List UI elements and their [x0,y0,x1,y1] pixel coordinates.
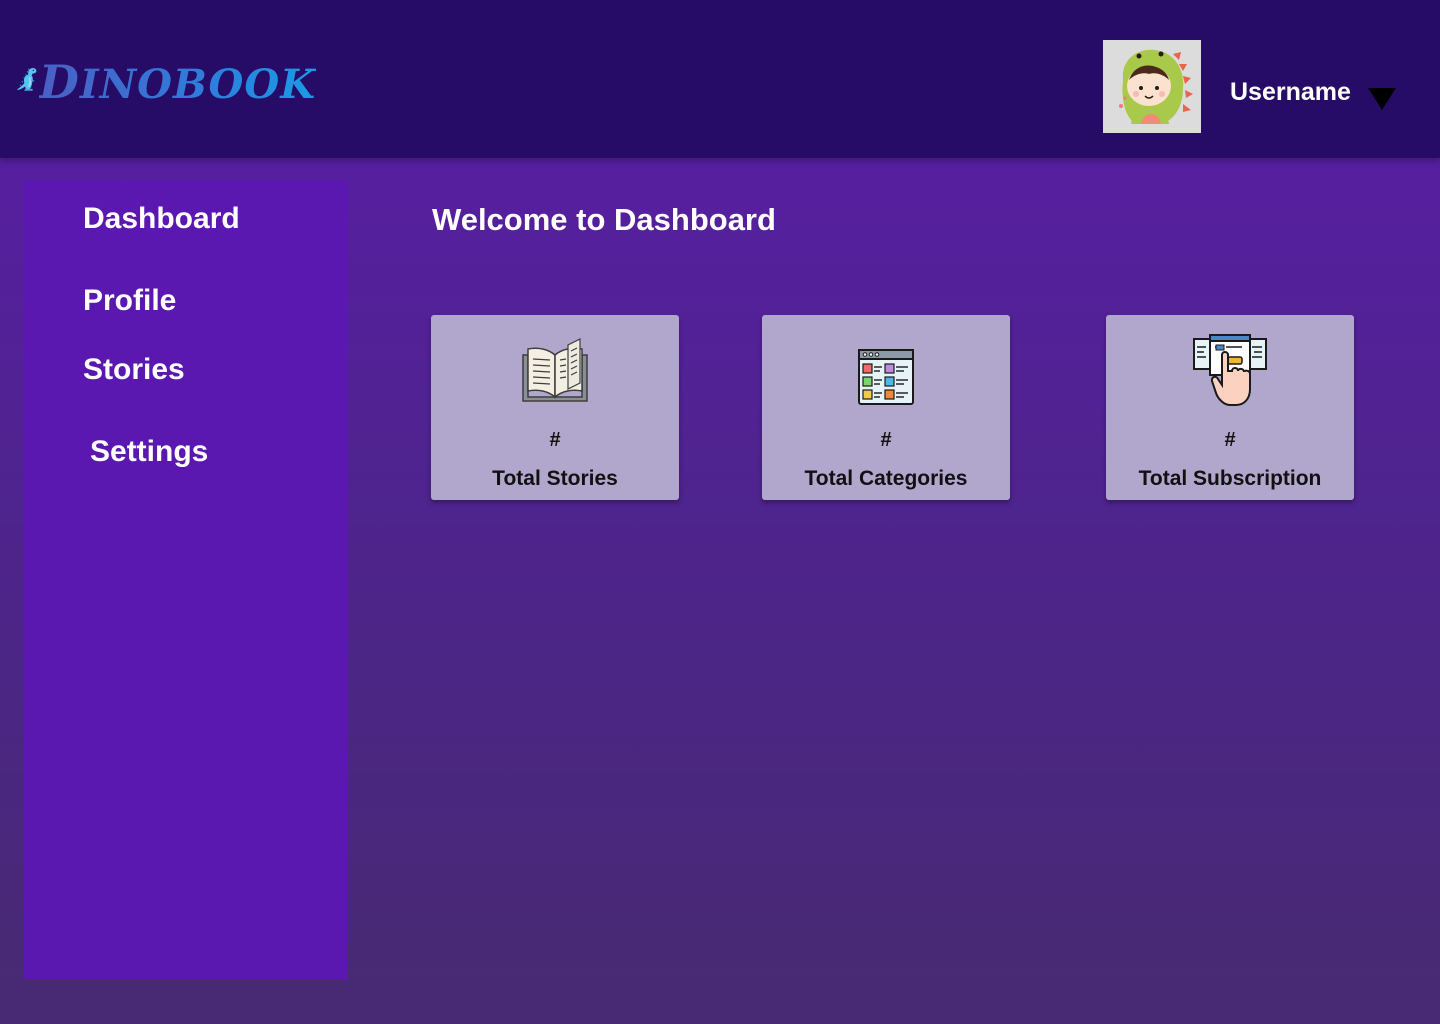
logo-rest: INOBOOK [79,61,316,108]
subscription-count: # [1224,429,1236,451]
card-total-stories[interactable]: # Total Stories [431,315,679,500]
logo-wordmark: DINOBOOK [39,55,316,109]
categories-count: # [880,429,892,451]
dinosaur-logo-icon [17,68,37,91]
card-total-subscription[interactable]: # Total Subscription [1106,315,1354,500]
page-title: Welcome to Dashboard [432,202,776,237]
sidebar-item-profile[interactable]: Profile [83,284,176,318]
username-label[interactable]: Username [1230,78,1351,107]
sidebar-item-dashboard[interactable]: Dashboard [83,202,240,236]
stories-count: # [549,429,561,451]
categories-label: Total Categories [804,467,968,490]
top-header: DINOBOOK Username [0,0,1440,158]
logo-initial: D [38,55,80,109]
card-total-categories[interactable]: # Total Categories [762,315,1010,500]
category-list-icon [858,349,914,405]
stories-label: Total Stories [492,467,618,490]
sidebar-item-stories[interactable]: Stories [83,353,185,387]
subscription-label: Total Subscription [1138,467,1322,490]
subscription-hand-icon [1193,334,1267,406]
sidebar-item-settings[interactable]: Settings [90,435,208,469]
user-menu-dropdown-icon[interactable] [1368,88,1396,110]
dino-costume-avatar-icon [1103,40,1201,133]
open-book-icon [522,338,588,402]
sidebar: Dashboard Profile Stories Settings [24,180,348,980]
avatar[interactable] [1103,40,1201,133]
dinobook-logo[interactable]: DINOBOOK [16,38,316,120]
